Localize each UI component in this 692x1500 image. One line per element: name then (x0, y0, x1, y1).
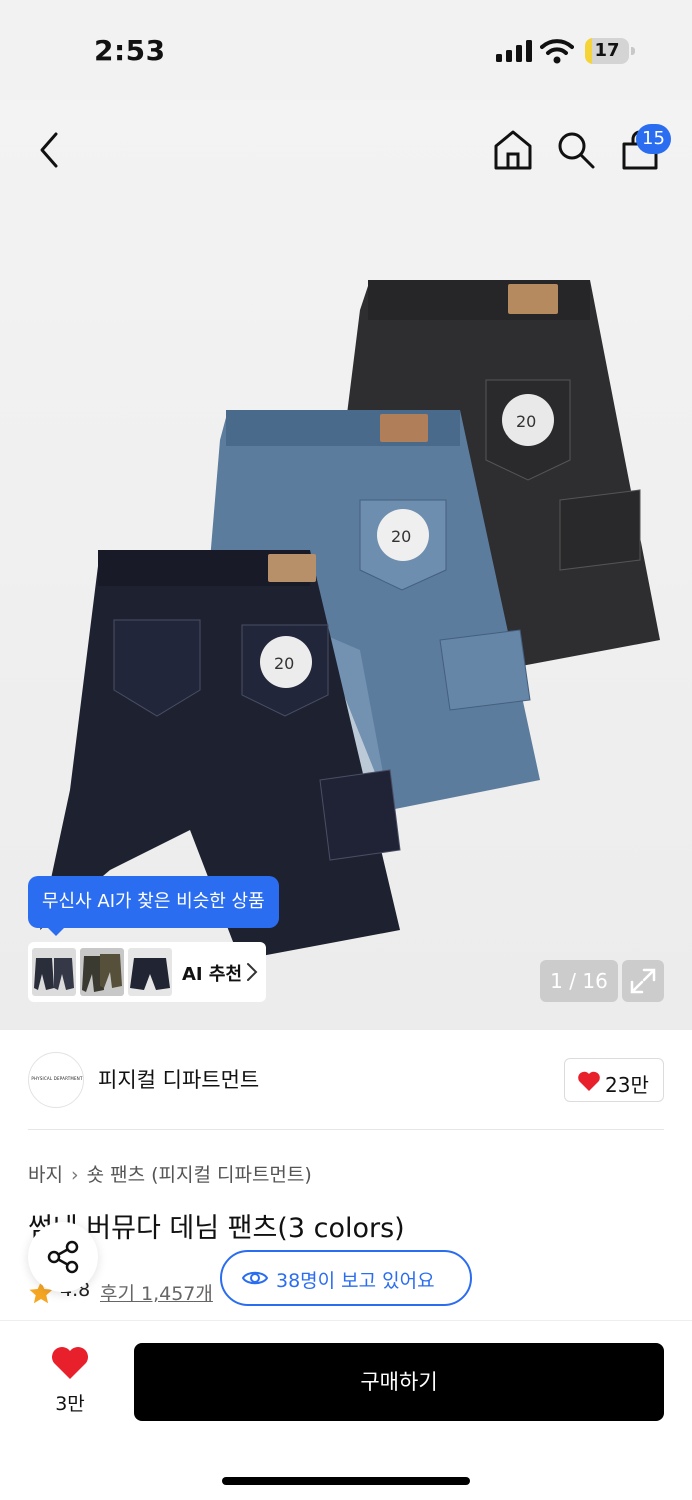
expand-button[interactable] (622, 960, 664, 1002)
search-icon[interactable] (556, 130, 596, 170)
share-icon (47, 1240, 79, 1274)
battery-tip (631, 47, 635, 55)
brand-like-button[interactable]: 23만 (564, 1058, 664, 1102)
ai-recommend-strip[interactable]: AI 추천 (28, 942, 266, 1002)
status-bar: 2:53 17 (0, 0, 692, 100)
thumbnail-1[interactable] (32, 948, 76, 996)
svg-text:20: 20 (274, 654, 294, 673)
expand-icon (630, 968, 656, 994)
brand-like-count: 23만 (605, 1073, 649, 1097)
svg-text:20: 20 (516, 412, 536, 431)
brand-name[interactable]: 피지컬 디파트먼트 (98, 1064, 259, 1094)
brand-logo[interactable]: PHYSICAL DEPARTMENT (28, 1052, 84, 1108)
eye-icon (242, 1271, 268, 1285)
heart-icon[interactable] (50, 1345, 90, 1381)
ai-similar-tooltip[interactable]: 무신사 AI가 찾은 비슷한 상품 (28, 876, 279, 936)
divider (28, 1129, 664, 1130)
review-count-link[interactable]: 후기 1,457개 (100, 1279, 213, 1306)
product-gallery[interactable]: 15 20 20 20 무신사 AI가 찾은 비슷한 상품 AI 추천 1 / … (0, 100, 692, 1030)
wishlist-count: 3만 (55, 1393, 85, 1415)
status-time: 2:53 (94, 34, 166, 67)
breadcrumb-category[interactable]: 바지 (28, 1164, 63, 1186)
live-viewers-text: 38명이 보고 있어요 (276, 1270, 435, 1292)
buy-button[interactable]: 구매하기 (134, 1343, 664, 1421)
product-image[interactable]: 20 20 20 (30, 270, 670, 970)
chevron-left-icon[interactable] (32, 130, 68, 170)
home-icon[interactable] (492, 128, 534, 172)
battery-level: 17 (594, 40, 620, 61)
brand-logo-text: PHYSICAL DEPARTMENT (31, 1076, 83, 1081)
thumbnail-2[interactable] (80, 948, 124, 996)
breadcrumb-subcategory[interactable]: 숏 팬츠 (피지컬 디파트먼트) (87, 1164, 312, 1186)
image-page-indicator: 1 / 16 (540, 960, 618, 1002)
live-viewers-pill[interactable]: 38명이 보고 있어요 (220, 1250, 472, 1306)
home-indicator (222, 1477, 470, 1485)
breadcrumb: 바지 › 숏 팬츠 (피지컬 디파트먼트) (28, 1160, 312, 1187)
thumbnail-3[interactable] (128, 948, 172, 996)
cellular-signal-icon (496, 40, 532, 62)
svg-text:20: 20 (391, 527, 411, 546)
ai-recommend-label: AI 추천 (182, 964, 243, 985)
bottom-action-bar: 3만 구매하기 (0, 1320, 692, 1500)
battery-indicator: 17 (585, 38, 635, 64)
chevron-right-icon (247, 963, 258, 981)
cart-count-badge: 15 (636, 124, 671, 154)
share-button[interactable] (28, 1222, 98, 1292)
wifi-icon (540, 39, 574, 64)
heart-icon (578, 1071, 600, 1091)
chevron-right-icon: › (70, 1164, 79, 1186)
